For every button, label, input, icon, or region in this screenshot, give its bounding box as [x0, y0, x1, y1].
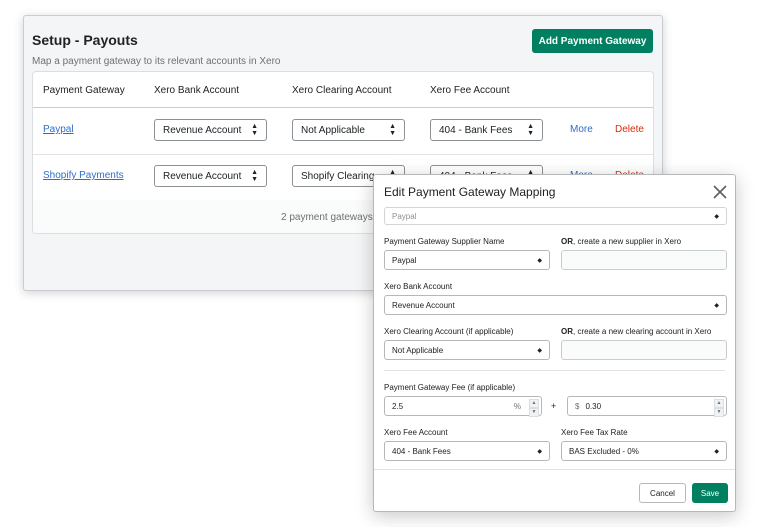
new-clearing-label: OR, create a new clearing account in Xer…	[561, 327, 711, 336]
modal-bank-account-value: Revenue Account	[392, 300, 455, 310]
stepper-down-icon[interactable]: ▼	[714, 408, 724, 417]
gateway-fee-label: Payment Gateway Fee (if applicable)	[384, 383, 516, 392]
stepper-up-icon[interactable]: ▲	[714, 399, 724, 408]
edit-gateway-modal: Edit Payment Gateway Mapping Paypal ◆ Pay…	[373, 174, 736, 512]
currency-unit: $	[575, 401, 580, 411]
gateway-select[interactable]: Paypal ◆	[384, 207, 727, 225]
page-subtitle: Map a payment gateway to its relevant ac…	[32, 56, 281, 67]
clearing-account-value: Shopify Clearing	[301, 170, 375, 182]
chevron-updown-icon: ◆	[714, 302, 719, 309]
clearing-account-select[interactable]: Not Applicable ▲ ▼	[292, 119, 405, 141]
delete-link[interactable]: Delete	[615, 124, 644, 135]
supplier-name-select[interactable]: Paypal ◆	[384, 250, 550, 270]
tax-rate-select[interactable]: BAS Excluded - 0% ◆	[561, 441, 727, 461]
modal-title: Edit Payment Gateway Mapping	[384, 185, 556, 199]
tax-rate-value: BAS Excluded - 0%	[569, 446, 639, 456]
modal-clearing-account-select[interactable]: Not Applicable ◆	[384, 340, 550, 360]
new-clearing-text: , create a new clearing account in Xero	[573, 327, 712, 336]
clearing-account-label: Xero Clearing Account (if applicable)	[384, 327, 514, 336]
fee-fixed-stepper[interactable]: ▲ ▼	[714, 399, 724, 417]
new-clearing-input[interactable]	[561, 340, 727, 360]
fee-account-label: Xero Fee Account	[384, 428, 448, 437]
section-divider	[384, 370, 725, 371]
chevron-updown-icon: ◆	[714, 448, 719, 455]
gateway-link-shopify-payments[interactable]: Shopify Payments	[43, 170, 124, 181]
chevron-updown-icon: ▲▼	[389, 123, 396, 137]
modal-fee-account-value: 404 - Bank Fees	[392, 446, 451, 456]
stepper-up-icon[interactable]: ▲	[529, 399, 539, 408]
modal-clearing-account-value: Not Applicable	[392, 345, 444, 355]
save-button[interactable]: Save	[692, 483, 728, 503]
more-link[interactable]: More	[570, 124, 593, 135]
bank-account-select[interactable]: Revenue Account ▲ ▼	[154, 165, 267, 187]
new-supplier-text: , create a new supplier in Xero	[573, 237, 682, 246]
modal-footer-divider	[374, 469, 735, 470]
fee-account-select[interactable]: 404 - Bank Fees ▲▼	[430, 119, 543, 141]
bank-account-value: Revenue Account	[163, 124, 242, 136]
add-payment-gateway-button[interactable]: Add Payment Gateway	[532, 29, 653, 53]
close-icon[interactable]	[710, 182, 730, 202]
gateway-select-value: Paypal	[392, 211, 417, 221]
percent-unit: %	[513, 401, 521, 411]
chevron-updown-icon: ◆	[537, 347, 542, 354]
bank-account-value: Revenue Account	[163, 170, 242, 182]
chevron-updown-icon: ▲▼	[527, 123, 534, 137]
new-supplier-input[interactable]	[561, 250, 727, 270]
plus-sign: +	[551, 401, 557, 411]
stepper-down-icon[interactable]: ▼	[529, 408, 539, 417]
page-title: Setup - Payouts	[32, 32, 138, 48]
modal-fee-account-select[interactable]: 404 - Bank Fees ◆	[384, 441, 550, 461]
new-supplier-label: OR, create a new supplier in Xero	[561, 237, 681, 246]
header-xero-clearing-account: Xero Clearing Account	[292, 85, 392, 96]
fee-account-value: 404 - Bank Fees	[439, 124, 513, 136]
or-label: OR	[561, 237, 573, 246]
gateway-link-paypal[interactable]: Paypal	[43, 124, 74, 135]
supplier-name-value: Paypal	[392, 255, 417, 265]
fee-percent-value: 2.5	[392, 401, 404, 411]
fee-fixed-input[interactable]: $ 0.30 ▲ ▼	[567, 396, 727, 417]
chevron-updown-icon: ◆	[537, 257, 542, 264]
cancel-button[interactable]: Cancel	[639, 483, 686, 503]
bank-account-select[interactable]: Revenue Account ▲ ▼	[154, 119, 267, 141]
fee-percent-input[interactable]: 2.5 % ▲ ▼	[384, 396, 542, 417]
row-divider	[33, 154, 653, 155]
chevron-updown-icon: ▲▼	[251, 123, 258, 137]
supplier-name-label: Payment Gateway Supplier Name	[384, 237, 505, 246]
chevron-updown-icon: ◆	[537, 448, 542, 455]
header-payment-gateway: Payment Gateway	[43, 85, 125, 96]
clearing-account-value: Not Applicable	[301, 124, 365, 136]
header-xero-fee-account: Xero Fee Account	[430, 85, 510, 96]
bank-account-label: Xero Bank Account	[384, 282, 453, 291]
header-xero-bank-account: Xero Bank Account	[154, 85, 240, 96]
fee-fixed-value: 0.30	[585, 401, 602, 411]
fee-percent-stepper[interactable]: ▲ ▼	[529, 399, 539, 417]
header-divider	[33, 107, 653, 108]
gateway-count-text: 2 payment gateways m	[281, 212, 384, 223]
chevron-updown-icon: ◆	[714, 213, 719, 220]
chevron-updown-icon: ▲▼	[251, 169, 258, 183]
tax-rate-label: Xero Fee Tax Rate	[561, 428, 628, 437]
or-label: OR	[561, 327, 573, 336]
modal-bank-account-select[interactable]: Revenue Account ◆	[384, 295, 727, 315]
